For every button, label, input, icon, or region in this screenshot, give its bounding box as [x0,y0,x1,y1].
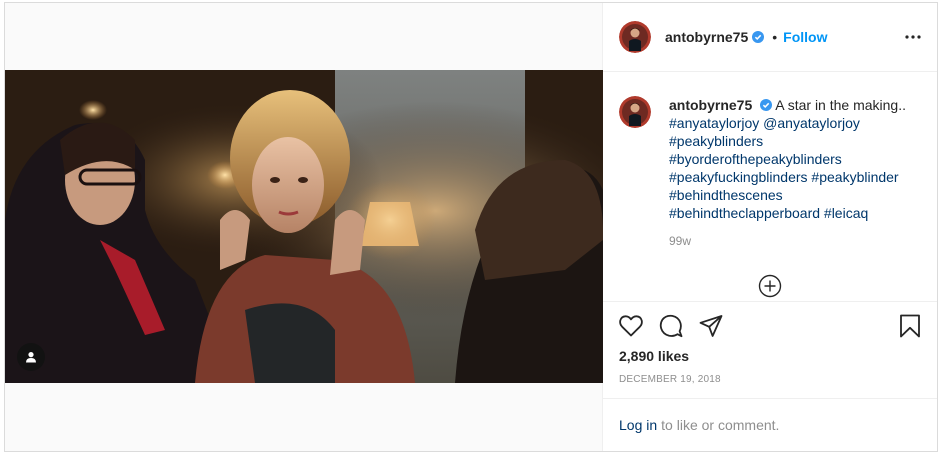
share-icon[interactable] [699,306,739,346]
caption-username[interactable]: antobyrne75 [669,97,752,113]
caption-area: antobyrne75 A star in the making.. #anya… [603,72,937,301]
action-icons [619,302,921,350]
verified-badge-icon [752,31,765,43]
comment-icon[interactable] [659,306,699,346]
post-photo[interactable] [5,70,603,383]
username[interactable]: antobyrne75 [665,29,748,45]
media-panel [5,3,603,451]
hashtag-link[interactable]: #peakyblinders [669,133,763,149]
hashtag-link[interactable]: #byorderofthepeakyblinders [669,151,842,167]
hashtag-link[interactable]: #peakyblinder [811,169,898,185]
hashtag-link[interactable]: #anyataylorjoy [669,115,759,131]
caption-tag-line: #peakyblinders [669,132,909,150]
bookmark-icon[interactable] [881,306,921,346]
caption-tag-line: #behindthescenes [669,186,909,204]
login-link[interactable]: Log in [619,417,657,433]
hashtag-link[interactable]: #behindtheclapperboard [669,205,820,221]
caption-avatar[interactable] [619,96,651,128]
likes-count[interactable]: 2,890 likes [619,348,921,364]
tagged-user-icon[interactable] [17,343,45,371]
post-photo-art [5,70,603,383]
avatar[interactable] [619,21,651,53]
caption-body: A star in the making.. [775,97,906,113]
verified-badge-icon [760,99,773,111]
caption-tag-line: #behindtheclapperboard #leicaq [669,204,909,222]
post-actions: 2,890 likes DECEMBER 19, 2018 [603,301,937,385]
login-prompt: Log in to like or comment. [603,398,937,451]
caption-tag-line: #anyataylorjoy @anyataylorjoy [669,114,909,132]
caption-tag-line: #byorderofthepeakyblinders [669,150,909,168]
mention-link[interactable]: @anyataylorjoy [763,115,860,131]
load-more-comments-icon[interactable] [758,274,782,298]
instagram-post: antobyrne75 • Follow antobyrne75 A star … [4,2,938,452]
more-options-icon[interactable] [905,35,921,39]
hashtag-link[interactable]: #peakyfuckingblinders [669,169,808,185]
caption-text: antobyrne75 A star in the making.. #anya… [669,96,909,222]
heart-icon[interactable] [619,306,659,346]
post-date[interactable]: DECEMBER 19, 2018 [619,374,921,385]
hashtag-link[interactable]: #behindthescenes [669,187,783,203]
separator: • [772,29,778,45]
post-header: antobyrne75 • Follow [603,3,937,72]
caption-time-ago[interactable]: 99w [669,234,921,248]
login-prompt-text: to like or comment. [661,417,780,433]
post-side-panel: antobyrne75 • Follow antobyrne75 A star … [603,3,937,451]
caption-tag-line: #peakyfuckingblinders #peakyblinder [669,168,909,186]
hashtag-link[interactable]: #leicaq [824,205,868,221]
caption-row: antobyrne75 A star in the making.. #anya… [619,96,921,222]
follow-button[interactable]: Follow [783,29,827,45]
